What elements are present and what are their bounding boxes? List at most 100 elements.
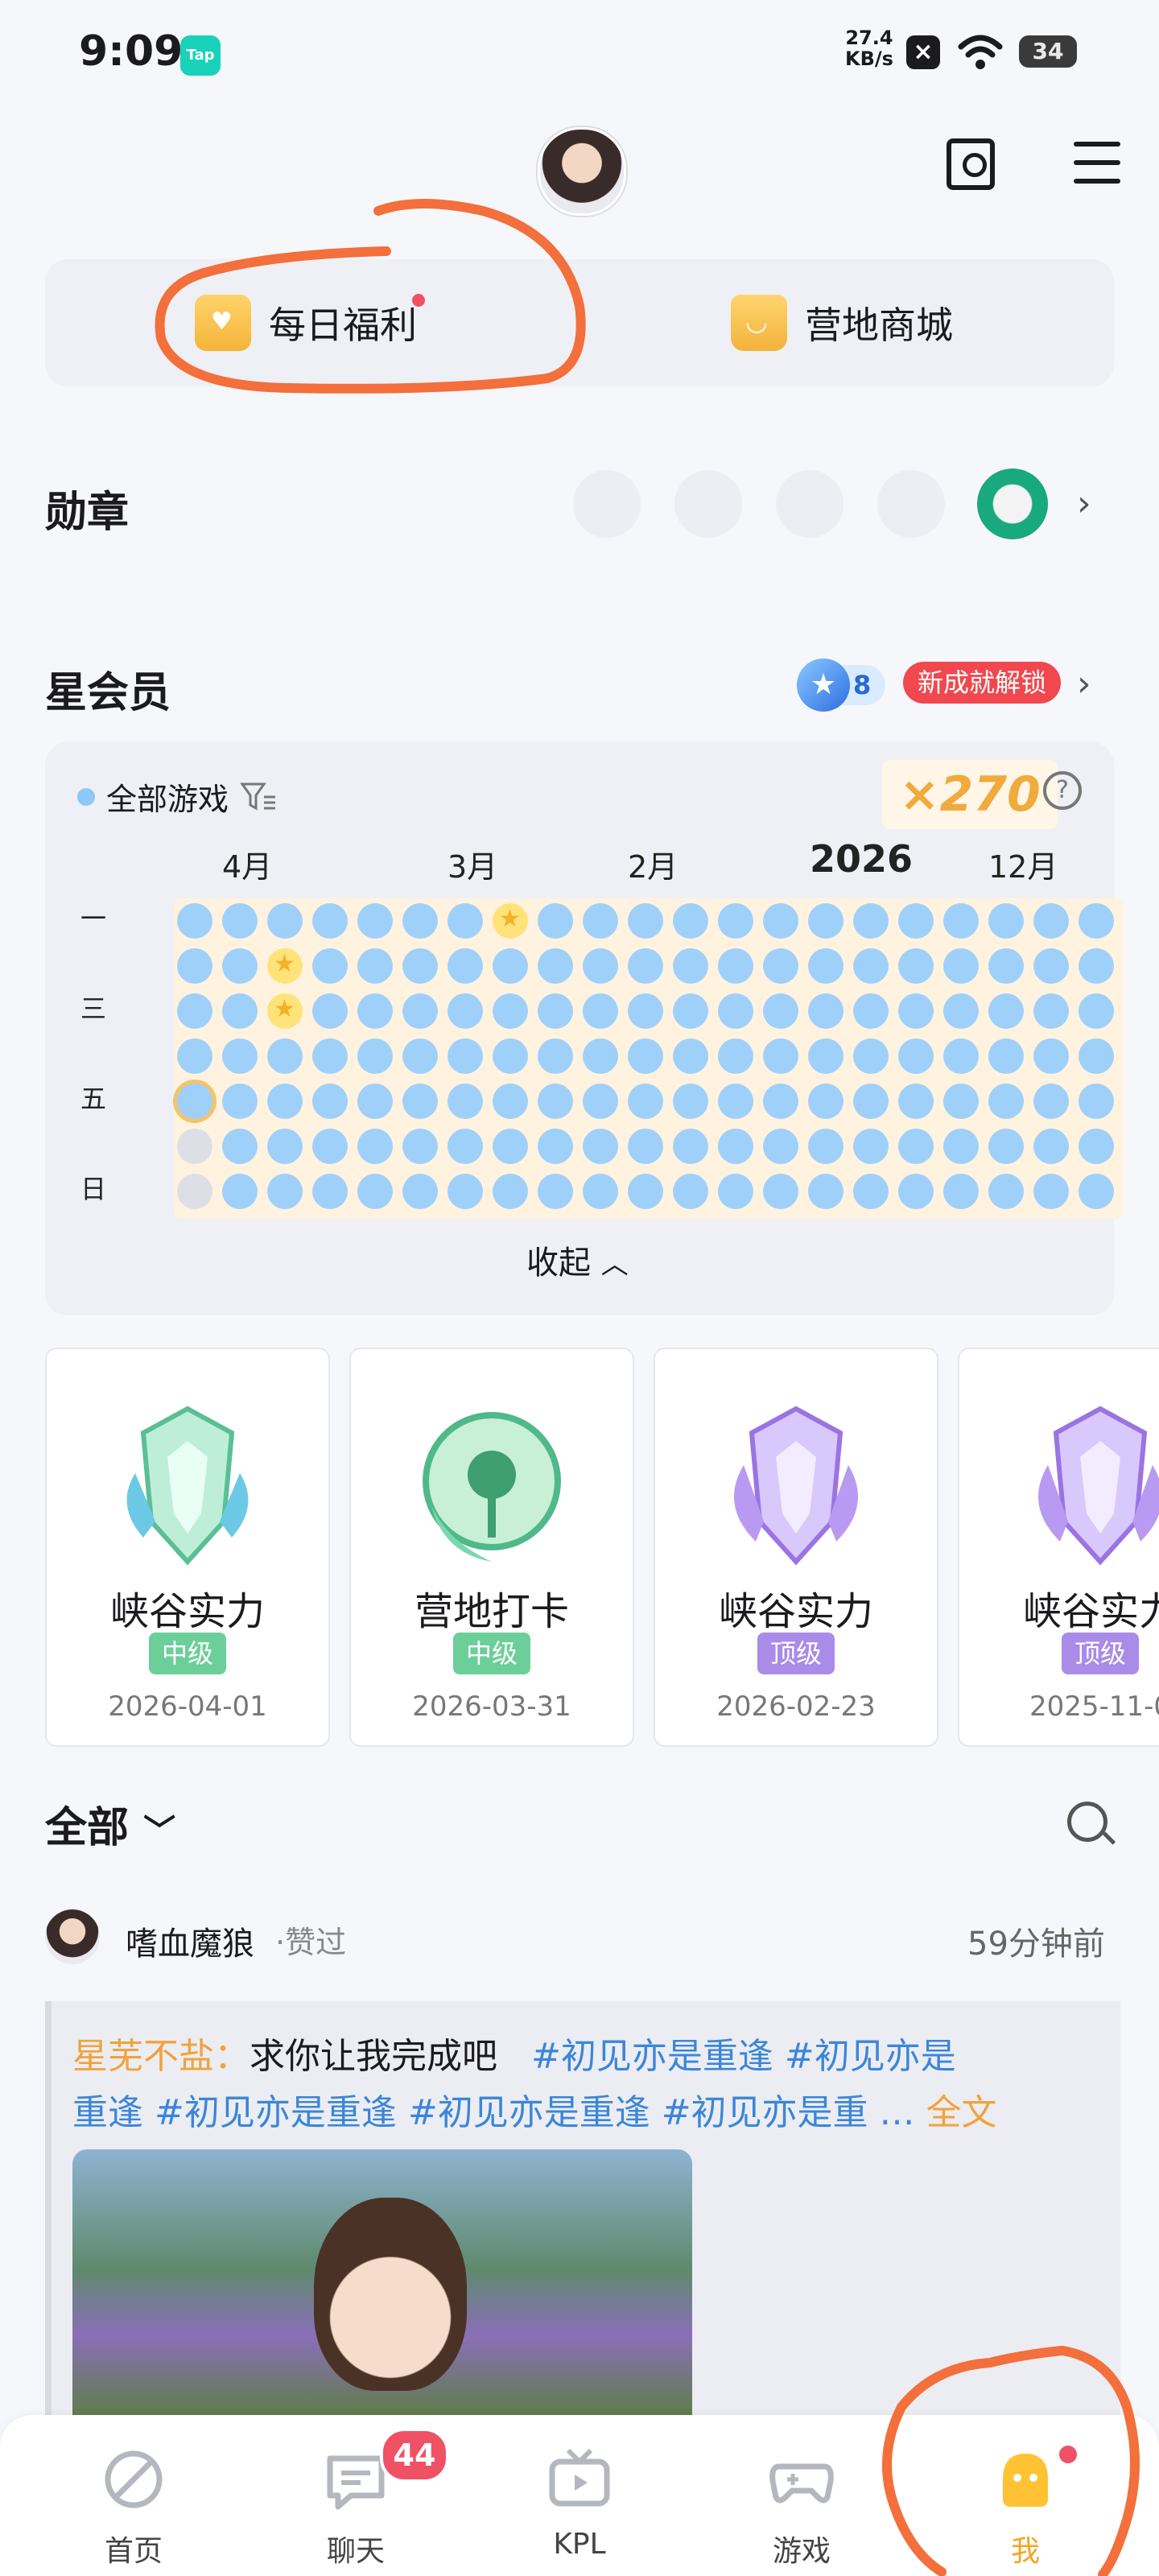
checkin-day: [402, 1038, 438, 1074]
achievement-name: 峡谷实力: [1022, 1589, 1159, 1634]
post-tags[interactable]: 重逢 #初见亦是重逢 #初见亦是重逢 #初见亦是重 …: [72, 2092, 915, 2133]
month-label: 3月: [448, 849, 498, 885]
new-achievement-badge[interactable]: 新成就解锁: [903, 662, 1062, 704]
checkin-day: [628, 948, 663, 984]
checkin-day: [853, 1084, 889, 1119]
checkin-day: [402, 1129, 438, 1164]
checkin-day: [177, 1084, 212, 1119]
year-label: 2026: [810, 837, 914, 881]
post-image[interactable]: [72, 2149, 692, 2415]
profile-card-icon[interactable]: [947, 138, 995, 190]
checkin-day: [448, 948, 483, 984]
checkin-day: [312, 1129, 348, 1164]
checkin-day: [718, 1084, 753, 1119]
achievement-card[interactable]: 峡谷实力 中级 2026-04-01: [45, 1348, 330, 1747]
checkin-day: [312, 1038, 348, 1074]
tab-games[interactable]: 游戏: [721, 2415, 882, 2576]
me-icon: [1003, 2454, 1048, 2507]
checkin-day: [1033, 903, 1069, 939]
checkin-day: [312, 1084, 348, 1119]
checkin-day: [1079, 1084, 1114, 1119]
checkin-day: [493, 1129, 528, 1164]
medals-chevron-right-icon[interactable]: ›: [1077, 483, 1091, 524]
checkin-day: [808, 993, 843, 1029]
checkin-day: [718, 1038, 753, 1074]
home-icon: [105, 2450, 163, 2508]
checkin-star-day: [267, 948, 303, 984]
net-speed-unit: KB/s: [845, 47, 893, 70]
checkin-day: [312, 903, 348, 939]
checkin-day: [357, 1174, 393, 1209]
checkin-day: [357, 993, 393, 1029]
checkin-day: [763, 1084, 798, 1119]
feed-filter-label: 全部: [45, 1804, 130, 1852]
chat-unread-badge: 44: [380, 2428, 449, 2483]
tab-me[interactable]: 我: [945, 2415, 1106, 2576]
achievement-card[interactable]: 峡谷实力 顶级 2026-02-23: [654, 1348, 938, 1747]
checkin-day: [718, 993, 753, 1029]
checkin-calendar: 全部游戏 ×270 ? 4月 3月 2月 2026 12月 一 三 五 日 收起…: [45, 742, 1124, 1315]
checkin-day: [763, 948, 798, 984]
checkin-day: [177, 993, 212, 1029]
daily-welfare-button[interactable]: 每日福利: [195, 259, 425, 386]
notification-dot: [1059, 2446, 1077, 2463]
achievement-card[interactable]: 营地打卡 中级 2026-03-31: [349, 1348, 634, 1747]
checkin-day: [988, 1084, 1024, 1119]
post-tags[interactable]: #初见亦是重逢 #初见亦是: [531, 2036, 956, 2077]
search-icon[interactable]: [1067, 1802, 1107, 1842]
checkin-day: [673, 1038, 708, 1074]
camp-store-button[interactable]: 营地商城: [731, 259, 953, 386]
checkin-day: [853, 1129, 889, 1164]
checkin-day: [538, 948, 573, 984]
checkin-day: [718, 903, 753, 939]
checkin-day: [357, 948, 393, 984]
medal-badge[interactable]: [977, 469, 1048, 539]
star-member-chevron-right-icon[interactable]: ›: [1077, 663, 1091, 704]
checkin-day: [1033, 948, 1069, 984]
checkin-day: [448, 1084, 483, 1119]
post-author[interactable]: 星芜不盐：: [72, 2036, 250, 2077]
checkin-day: [538, 1038, 573, 1074]
game-filter[interactable]: 全部游戏: [77, 774, 277, 819]
feed-filter-dropdown[interactable]: 全部 ﹀: [45, 1794, 175, 1854]
tab-home[interactable]: 首页: [53, 2415, 214, 2576]
checkin-day: [673, 993, 708, 1029]
checkin-day: [943, 948, 979, 984]
tab-label: 我: [1010, 2535, 1040, 2568]
month-label: 2月: [628, 849, 678, 885]
feed-user-avatar[interactable]: [45, 1909, 100, 1964]
checkin-day: [583, 1174, 618, 1209]
daily-welfare-label: 每日福利: [269, 303, 417, 347]
status-time: 9:09: [79, 27, 184, 76]
checkin-day: [673, 903, 708, 939]
checkin-day: [673, 948, 708, 984]
medals-title: 勋章: [45, 489, 130, 537]
collapse-button[interactable]: 收起 ︿: [526, 1236, 629, 1283]
checkin-day: [493, 1084, 528, 1119]
checkin-day: [402, 948, 438, 984]
tab-label: 聊天: [326, 2535, 385, 2568]
checkin-day: [1079, 1038, 1114, 1074]
feed-action: ·赞过: [275, 1925, 347, 1960]
weekday-label: 三: [80, 993, 107, 1024]
checkin-day: [402, 1174, 438, 1209]
checkin-day: [448, 903, 483, 939]
post-text: 星芜不盐：求你让我完成吧 #初见亦是重逢 #初见亦是 重逢 #初见亦是重逢 #初…: [72, 2029, 1087, 2141]
feed-username[interactable]: 嗜血魔狼: [126, 1918, 254, 1964]
checkin-day: [898, 1038, 934, 1074]
checkin-day: [312, 948, 348, 984]
checkin-day: [538, 903, 573, 939]
read-more-link[interactable]: 全文: [926, 2092, 997, 2133]
achievement-level: 中级: [452, 1633, 531, 1674]
feed-time: 59分钟前: [967, 1926, 1105, 1963]
tab-kpl[interactable]: KPL: [499, 2415, 660, 2576]
help-icon[interactable]: ?: [1043, 771, 1082, 810]
achievement-card[interactable]: 峡谷实力 顶级 2025-11-0: [958, 1348, 1159, 1747]
tab-label: 游戏: [772, 2535, 831, 2568]
user-avatar[interactable]: [538, 127, 626, 216]
checkin-day: [267, 1038, 303, 1074]
status-bar: 9:09 Tap 27.4 KB/s × 34: [0, 0, 1159, 105]
checkin-day: [177, 1174, 212, 1209]
menu-icon[interactable]: [1074, 142, 1120, 184]
star-level-badge[interactable]: ★ 8: [797, 658, 886, 712]
